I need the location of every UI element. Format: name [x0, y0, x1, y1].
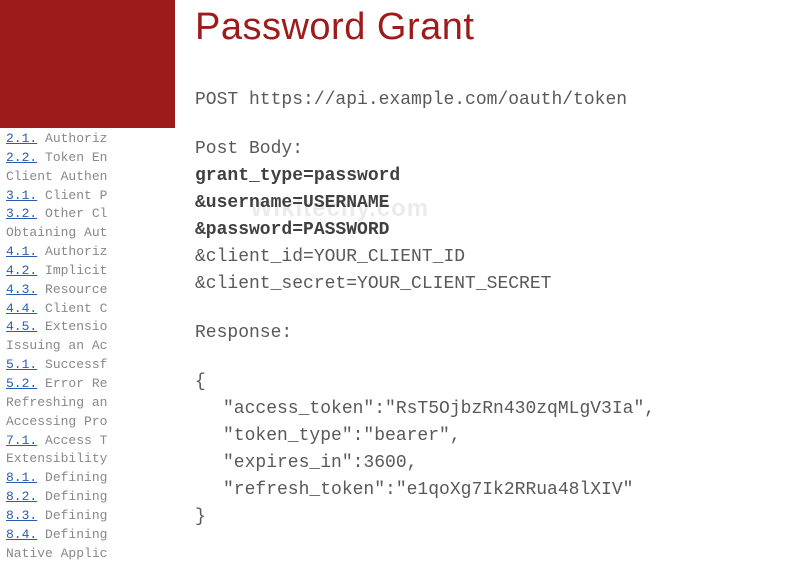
toc-section-link[interactable]: 8.2. [6, 489, 37, 504]
toc-section-link[interactable]: 5.2. [6, 376, 37, 391]
toc-section-link[interactable]: 4.2. [6, 263, 37, 278]
toc-section-link[interactable]: 8.3. [6, 508, 37, 523]
toc-section-text: Extensio [37, 319, 107, 334]
main-content: Password Grant POST https://api.example.… [195, 0, 775, 531]
toc-section-text: Issuing an Ac [6, 338, 107, 353]
toc-section-text: Defining [37, 489, 107, 504]
toc-line: Refreshing an [6, 394, 175, 413]
toc-section-link[interactable]: 8.4. [6, 527, 37, 542]
toc-section-link[interactable]: 4.5. [6, 319, 37, 334]
toc-section-text: Token En [37, 150, 107, 165]
response-close-brace: } [195, 504, 775, 531]
toc-section-link[interactable]: 3.1. [6, 188, 37, 203]
toc-section-text: Error Re [37, 376, 107, 391]
toc-section-link[interactable]: 8.1. [6, 470, 37, 485]
toc-section-text: Access T [37, 433, 107, 448]
toc-line: 8.4. Defining [6, 526, 175, 545]
post-body-label: Post Body: [195, 136, 775, 163]
toc-line: Native Applic [6, 545, 175, 561]
toc-section-link[interactable]: 5.1. [6, 357, 37, 372]
toc-line: 5.2. Error Re [6, 375, 175, 394]
toc-section-text: Obtaining Aut [6, 225, 107, 240]
toc-section-link[interactable]: 4.1. [6, 244, 37, 259]
toc-line: 8.1. Defining [6, 469, 175, 488]
post-body-line: &client_id=YOUR_CLIENT_ID [195, 244, 775, 271]
request-line: POST https://api.example.com/oauth/token [195, 87, 775, 114]
toc-line: Obtaining Aut [6, 224, 175, 243]
toc-line: 2.1. Authoriz [6, 130, 175, 149]
toc-section-text: Successf [37, 357, 107, 372]
toc-section-link[interactable]: 7.1. [6, 433, 37, 448]
toc-section-text: Refreshing an [6, 395, 107, 410]
toc-section-text: Native Applic [6, 546, 107, 561]
toc-section-link[interactable]: 4.3. [6, 282, 37, 297]
toc-line: 4.1. Authoriz [6, 243, 175, 262]
response-line: "token_type":"bearer", [195, 423, 775, 450]
toc-section-text: Resource [37, 282, 107, 297]
sidebar: 2.1. Authoriz2.2. Token En Client Authen… [0, 0, 175, 561]
table-of-contents: 2.1. Authoriz2.2. Token En Client Authen… [0, 128, 175, 561]
response-body: "access_token":"RsT5OjbzRn430zqMLgV3Ia",… [195, 396, 775, 504]
toc-section-text: Defining [37, 470, 107, 485]
post-body-line: &password=PASSWORD [195, 217, 775, 244]
toc-section-text: Accessing Pro [6, 414, 107, 429]
toc-line: Accessing Pro [6, 413, 175, 432]
post-body-line: grant_type=password [195, 163, 775, 190]
toc-line: Extensibility [6, 450, 175, 469]
toc-section-text: Client P [37, 188, 107, 203]
page-title: Password Grant [195, 6, 775, 49]
toc-line: Client Authen [6, 168, 175, 187]
toc-line: 3.1. Client P [6, 187, 175, 206]
toc-line: 4.4. Client C [6, 300, 175, 319]
toc-line: 4.5. Extensio [6, 318, 175, 337]
response-open-brace: { [195, 369, 775, 396]
toc-section-link[interactable]: 2.2. [6, 150, 37, 165]
toc-line: 4.2. Implicit [6, 262, 175, 281]
toc-section-text: Implicit [37, 263, 107, 278]
toc-section-link[interactable]: 2.1. [6, 131, 37, 146]
toc-section-text: Authoriz [37, 244, 107, 259]
response-line: "access_token":"RsT5OjbzRn430zqMLgV3Ia", [195, 396, 775, 423]
toc-section-text: Defining [37, 508, 107, 523]
response-line: "expires_in":3600, [195, 450, 775, 477]
toc-line: 7.1. Access T [6, 432, 175, 451]
toc-line: 5.1. Successf [6, 356, 175, 375]
toc-section-link[interactable]: 4.4. [6, 301, 37, 316]
toc-section-text: Client C [37, 301, 107, 316]
response-label: Response: [195, 320, 775, 347]
post-body-line: &client_secret=YOUR_CLIENT_SECRET [195, 271, 775, 298]
toc-line: Issuing an Ac [6, 337, 175, 356]
toc-section-text: Other Cl [37, 206, 107, 221]
toc-section-link[interactable]: 3.2. [6, 206, 37, 221]
post-body-line: &username=USERNAME [195, 190, 775, 217]
toc-section-text: Defining [37, 527, 107, 542]
post-body: grant_type=password&username=USERNAME&pa… [195, 163, 775, 298]
sidebar-logo-block [0, 0, 175, 128]
toc-section-text: Client Authen [6, 169, 107, 184]
toc-line: 3.2. Other Cl [6, 205, 175, 224]
response-line: "refresh_token":"e1qoXg7Ik2RRua48lXIV" [195, 477, 775, 504]
toc-line: 8.3. Defining [6, 507, 175, 526]
code-block: POST https://api.example.com/oauth/token… [195, 87, 775, 531]
toc-section-text: Extensibility [6, 451, 107, 466]
toc-line: 4.3. Resource [6, 281, 175, 300]
toc-line: 2.2. Token En [6, 149, 175, 168]
toc-line: 8.2. Defining [6, 488, 175, 507]
toc-section-text: Authoriz [37, 131, 107, 146]
